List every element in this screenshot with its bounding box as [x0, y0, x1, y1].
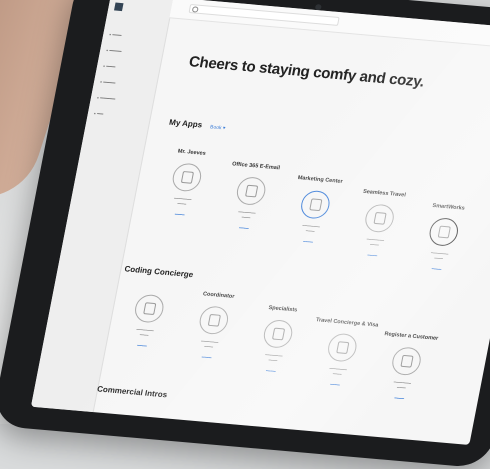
my-apps-title: My Apps	[168, 117, 204, 130]
app-description: ━━━━━━━━ ━━━━	[393, 380, 412, 391]
app-icon	[132, 293, 166, 324]
app-name: Mr. Jeeves	[177, 148, 207, 157]
app-icon	[234, 175, 268, 207]
app-icon	[362, 203, 397, 234]
app-icon	[389, 346, 424, 377]
app-link[interactable]: ━━━━	[147, 209, 212, 220]
app-link[interactable]: ━━━━	[110, 340, 175, 351]
app-description: ━━━━━━━━ ━━━━	[200, 339, 219, 350]
sidebar-item[interactable]: ▪ ━━━━	[106, 48, 122, 55]
my-apps-link[interactable]: Book ▾	[210, 124, 226, 131]
app-icon	[170, 162, 204, 193]
app-icon	[298, 189, 332, 220]
app-link[interactable]: ━━━━	[276, 236, 341, 247]
app-name: Seamless Travel	[362, 188, 407, 199]
app-name: Marketing Center	[297, 175, 344, 185]
sidebar-item[interactable]: ▪ ━━━	[109, 32, 122, 39]
app-description: ━━━━━━━━ ━━━━	[136, 327, 155, 338]
app-description: ━━━━━━━━ ━━━━	[173, 196, 192, 207]
app-name: Register a Customer	[383, 331, 439, 342]
app-name: SmartWorks	[431, 202, 466, 212]
section-title-coding: Coding Concierge	[123, 264, 195, 280]
app-icon	[427, 216, 461, 248]
app-name: Specialists	[267, 305, 298, 314]
sidebar-item[interactable]: ▪ ━━━	[103, 64, 116, 71]
sidebar-item[interactable]: ▪ ━━━━	[99, 79, 115, 86]
app-icon	[197, 305, 231, 336]
logo	[114, 2, 126, 12]
app-link[interactable]: ━━━━	[340, 250, 405, 261]
app-link[interactable]: ━━━━	[239, 366, 304, 377]
screen: ▪ ━━━ ▪ ━━━━ ▪ ━━━ ▪ ━━━━ ▪ ━━━━━ ▪ ━━ C…	[30, 0, 490, 446]
app-link[interactable]: ━━━━	[212, 223, 277, 234]
app-link[interactable]: ━━━━	[174, 352, 239, 363]
app-link[interactable]: ━━━━	[303, 379, 368, 390]
sidebar-item[interactable]: ▪ ━━━━━	[96, 95, 115, 103]
section-title-my-apps: My Apps Book ▾	[168, 118, 226, 132]
app-name: Coordinator	[202, 291, 235, 300]
app-description: ━━━━━━━━ ━━━━	[366, 237, 385, 248]
app-description: ━━━━━━━━ ━━━━	[237, 210, 256, 221]
search-icon	[191, 6, 199, 13]
app-name: Travel Concierge & Visa	[315, 317, 379, 329]
tablet: ▪ ━━━ ▪ ━━━━ ▪ ━━━ ▪ ━━━━ ▪ ━━━━━ ▪ ━━ C…	[0, 0, 490, 469]
greeting: Cheers to staying comfy and cozy.	[187, 53, 426, 91]
app-icon	[261, 318, 295, 349]
app-name: Office 365 E-Email	[231, 161, 281, 172]
app-icon	[325, 332, 359, 363]
top-bar	[169, 0, 490, 52]
app-link[interactable]: ━━━━	[367, 393, 432, 404]
app-description: ━━━━━━━━ ━━━━	[264, 352, 283, 363]
app-description: ━━━━━━━━ ━━━━	[430, 250, 449, 261]
app-link[interactable]: ━━━━	[404, 264, 469, 275]
app-description: ━━━━━━━━ ━━━━	[302, 223, 321, 234]
sidebar-item[interactable]: ▪ ━━	[93, 111, 103, 118]
app-description: ━━━━━━━━ ━━━━	[329, 366, 348, 377]
